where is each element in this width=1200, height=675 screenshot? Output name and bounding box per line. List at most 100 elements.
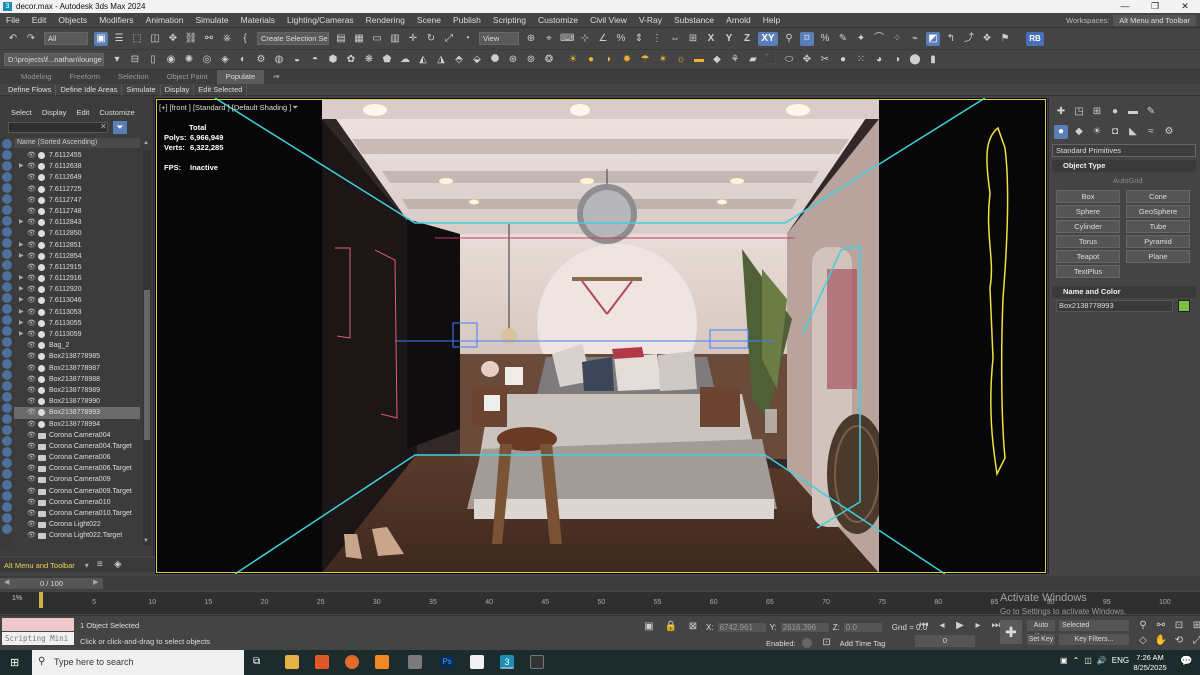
menu-scene[interactable]: Scene [411, 13, 447, 28]
scene-list-item[interactable]: 👁 Box2138778993 [14, 407, 140, 419]
vray-multi-icon[interactable]: ⁙ [854, 53, 868, 67]
create-cylinder-button[interactable]: Cylinder [1056, 220, 1120, 233]
scale-icon[interactable]: ⤢ [442, 32, 456, 46]
explorer-filter-icon[interactable] [2, 161, 12, 171]
axis-x-button[interactable]: X [704, 32, 718, 46]
visibility-eye-icon[interactable]: 👁 [27, 441, 36, 452]
magnet-icon[interactable]: ⚲ [782, 32, 796, 46]
vray-vfb-icon[interactable]: ▮ [926, 53, 940, 67]
keyboard-shortcut-icon[interactable]: ⌨ [560, 32, 574, 46]
menu-scripting[interactable]: Scripting [487, 13, 532, 28]
firefox-icon[interactable] [345, 655, 359, 669]
select-manipulate-icon[interactable]: ⌖ [542, 32, 556, 46]
tool3-icon[interactable]: ◓ [308, 53, 322, 67]
geometry-icon[interactable]: ● [1054, 125, 1068, 139]
ribbon-button-display[interactable]: Display [161, 83, 195, 96]
vray-scatter-icon[interactable]: ✥ [800, 53, 814, 67]
scene-list-item[interactable]: 👁 Corona Camera006.Target [14, 463, 140, 474]
vray-ies-icon[interactable]: ☂ [638, 53, 652, 67]
explorer-filter-icon[interactable] [2, 249, 12, 259]
vray-dome-icon[interactable]: ◗ [602, 53, 616, 67]
grid-dots-icon[interactable]: ⁘ [890, 32, 904, 46]
notifications-icon[interactable]: 💬 [1180, 656, 1192, 667]
vray-ipr-icon[interactable]: ⬤ [908, 53, 922, 67]
expand-arrow-icon[interactable]: ▶ [19, 217, 24, 228]
vray-box-icon[interactable]: ⬛ [764, 53, 778, 67]
prev-frame-icon[interactable]: ◀ [4, 578, 9, 586]
expand-arrow-icon[interactable]: ▶ [19, 251, 24, 262]
visibility-eye-icon[interactable]: 👁 [27, 430, 36, 441]
utilities-tab-icon[interactable]: ✎ [1144, 105, 1158, 119]
tool8-icon[interactable]: ☁ [398, 53, 412, 67]
next-key-icon[interactable]: ▸ [971, 619, 985, 633]
visibility-eye-icon[interactable]: 👁 [27, 363, 36, 374]
clear-filter-icon[interactable]: ✕ [100, 122, 107, 131]
visibility-eye-icon[interactable]: 👁 [27, 385, 36, 396]
pin-icon[interactable]: ✦ [854, 32, 868, 46]
current-frame-field[interactable]: 0 [915, 635, 975, 647]
tool1-icon[interactable]: ◍ [272, 53, 286, 67]
ribbon-options-icon[interactable]: ▪▾ [264, 70, 288, 84]
tray-chevron-icon[interactable]: ⌃ [1073, 656, 1080, 665]
visibility-eye-icon[interactable]: 👁 [27, 284, 36, 295]
rb-button[interactable]: RB [1026, 31, 1044, 46]
lock-selection-icon[interactable]: 🔒 [664, 620, 678, 634]
maxscript-listener[interactable] [2, 618, 74, 631]
scene-list-item[interactable]: 👁 Corona Camera010 [14, 497, 140, 508]
maximize-viewport-icon[interactable]: ⤢ [1190, 634, 1200, 648]
visibility-eye-icon[interactable]: 👁 [27, 486, 36, 497]
minimize-icon[interactable]: — [1110, 0, 1140, 13]
cameras-icon[interactable]: ◘ [1108, 125, 1122, 139]
enabled-toggle[interactable] [801, 638, 812, 648]
alt-menu-arrow-icon[interactable]: ▾ [85, 561, 89, 570]
visibility-eye-icon[interactable]: 👁 [27, 217, 36, 228]
tool11-icon[interactable]: ⬘ [452, 53, 466, 67]
scroll-down-icon[interactable]: ▼ [143, 538, 149, 544]
set-key-button[interactable]: Set Key [1027, 634, 1055, 645]
menu-publish[interactable]: Publish [447, 13, 487, 28]
unlink-icon[interactable]: ⚯ [202, 32, 216, 46]
vray-decal-icon[interactable]: ⬭ [782, 53, 796, 67]
explorer-filter-icon[interactable] [2, 326, 12, 336]
visibility-eye-icon[interactable]: 👁 [27, 463, 36, 474]
key-selection-dropdown[interactable]: Selected [1059, 620, 1129, 631]
visibility-eye-icon[interactable]: 👁 [27, 161, 36, 172]
zoom-extents-all-icon[interactable]: ⊞ [1190, 619, 1200, 633]
visibility-eye-icon[interactable]: 👁 [27, 295, 36, 306]
volume-icon[interactable]: 🔊 [1097, 656, 1107, 665]
object-type-header[interactable]: Object Type [1052, 160, 1196, 172]
grid-icon[interactable]: ⋮ [650, 32, 664, 46]
arc-icon[interactable]: ⌒ [872, 32, 886, 46]
import-icon[interactable]: ◉ [164, 53, 178, 67]
create-plane-button[interactable]: Plane [1126, 250, 1190, 263]
align-icon[interactable]: ⊞ [686, 32, 700, 46]
zoom-extents-icon[interactable]: ⊡ [1172, 619, 1186, 633]
ribbon-button-edit-selected[interactable]: Edit Selected [194, 83, 248, 96]
select-object-icon[interactable]: ▣ [94, 31, 108, 46]
prev-key-icon[interactable]: ◂ [935, 619, 949, 633]
scene-list-item[interactable]: 👁 Corona Camera010.Target [14, 508, 140, 519]
vray-mesh-icon[interactable]: ✶ [656, 53, 670, 67]
create-geosphere-button[interactable]: GeoSphere [1126, 205, 1190, 218]
visibility-eye-icon[interactable]: 👁 [27, 240, 36, 251]
menu-customize[interactable]: Customize [532, 13, 584, 28]
layer-icon[interactable]: ▤ [334, 32, 348, 46]
scene-list-item[interactable]: 👁 Corona Light022.Target [14, 530, 140, 541]
explorer-filter-icon[interactable] [2, 271, 12, 281]
explorer-filter-icon[interactable] [2, 150, 12, 160]
explorer-filter-icon[interactable] [2, 436, 12, 446]
curve-icon[interactable]: ↰ [944, 32, 958, 46]
visibility-eye-icon[interactable]: 👁 [27, 508, 36, 519]
menu-materials[interactable]: Materials [235, 13, 281, 28]
windows-start-icon[interactable]: ⊞ [10, 657, 22, 669]
expand-arrow-icon[interactable]: ▶ [19, 284, 24, 295]
explorer-filter-icon[interactable] [2, 238, 12, 248]
create-pyramid-button[interactable]: Pyramid [1126, 235, 1190, 248]
vray-light-icon[interactable]: ☀ [566, 53, 580, 67]
explorer-filter-icon[interactable] [2, 414, 12, 424]
explorer-filter-icon[interactable] [2, 425, 12, 435]
zoom-icon[interactable]: ⚲ [1136, 619, 1150, 633]
systems-icon[interactable]: ⚙ [1162, 125, 1176, 139]
explorer-filter-icon[interactable] [2, 513, 12, 523]
menu-animation[interactable]: Animation [140, 13, 190, 28]
